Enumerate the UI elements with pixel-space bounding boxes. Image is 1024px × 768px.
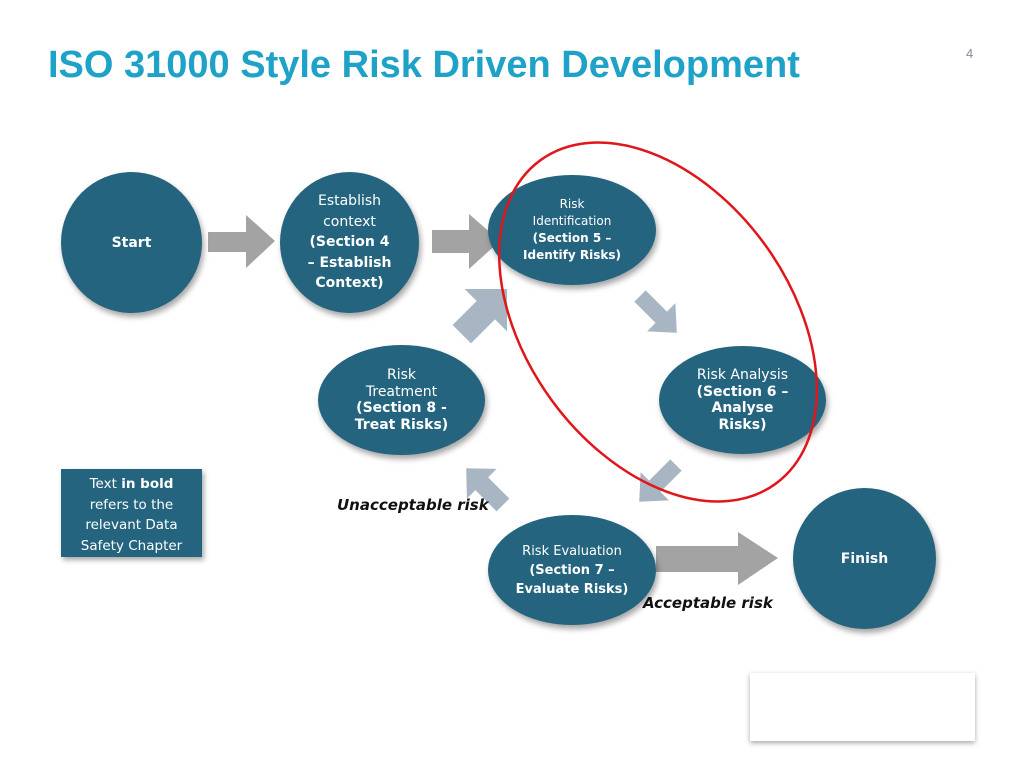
empty-text-box: [750, 673, 975, 741]
note-line1: Text in bold: [61, 474, 202, 495]
note-line2: refers to the: [89, 496, 174, 513]
note-line3: relevant Data: [85, 517, 178, 533]
note-line4: Safety Chapter: [80, 537, 183, 554]
evaluation-line1: Risk Evaluation: [522, 543, 622, 559]
treatment-line2: Treatment: [365, 383, 438, 400]
unacceptable-risk-label: Unacceptable risk: [337, 496, 489, 514]
analysis-bold1: (Section 6 –: [696, 383, 789, 400]
establish-bold2: – Establish: [307, 254, 392, 271]
analysis-line1: Risk Analysis: [696, 367, 789, 383]
establish-context-node: Establish context (Section 4 – Establish…: [280, 172, 419, 313]
identification-line2: Identification: [532, 214, 612, 228]
establish-line1: Establish: [317, 193, 382, 210]
bold-text-note: Text in bold refers to the relevant Data…: [61, 469, 202, 557]
risk-treatment-node: Risk Treatment (Section 8 - Treat Risks): [318, 345, 485, 455]
identification-bold2: Identify Risks): [523, 248, 621, 262]
establish-bold1: (Section 4: [309, 234, 390, 251]
arrow-start-to-establish: [208, 215, 275, 268]
arrow-identification-to-analysis: [634, 290, 677, 333]
treatment-line1: Risk: [386, 367, 417, 383]
arrow-treatment-to-identification: [452, 288, 508, 344]
establish-bold3: Context): [315, 275, 384, 292]
evaluation-bold1: (Section 7 –: [529, 562, 615, 578]
start-node: Start: [61, 172, 202, 313]
identification-bold1: (Section 5 –: [532, 231, 612, 245]
note-part1: Text: [89, 476, 122, 492]
risk-evaluation-node: Risk Evaluation (Section 7 – Evaluate Ri…: [488, 515, 656, 625]
treatment-bold1: (Section 8 -: [356, 400, 447, 416]
analysis-bold3: Risks): [718, 416, 767, 433]
identification-line1: Risk: [559, 197, 585, 211]
arrow-analysis-to-evaluation: [639, 459, 682, 502]
note-bold: in bold: [121, 476, 174, 492]
treatment-bold2: Treat Risks): [354, 416, 449, 433]
finish-node: Finish: [793, 488, 936, 629]
finish-label: Finish: [840, 550, 889, 567]
start-label: Start: [111, 234, 152, 251]
acceptable-risk-label: Acceptable risk: [643, 594, 773, 612]
analysis-bold2: Analyse: [711, 400, 774, 416]
evaluation-bold2: Evaluate Risks): [515, 581, 629, 597]
risk-analysis-node: Risk Analysis (Section 6 – Analyse Risks…: [659, 346, 826, 454]
flow-diagram-canvas: [208, 214, 778, 585]
establish-line2: context: [323, 213, 376, 230]
risk-identification-node: Risk Identification (Section 5 – Identif…: [488, 175, 656, 285]
arrow-evaluation-to-finish: [656, 532, 778, 585]
